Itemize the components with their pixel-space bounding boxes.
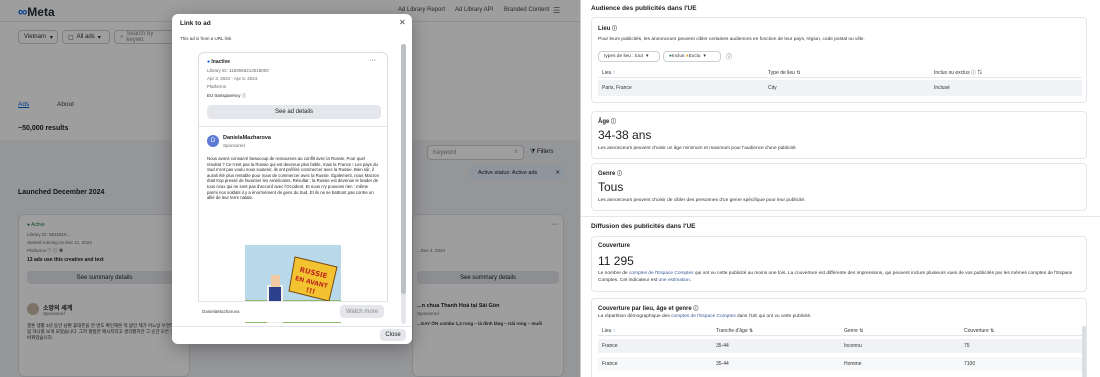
avatar: D: [207, 135, 219, 147]
couverture-value: 11 295: [598, 254, 634, 268]
table-row: France 35-44 Inconnu 75: [598, 339, 1082, 353]
col-type-lieu[interactable]: Type de lieu ⇅: [768, 70, 801, 76]
diffusion-heading: Diffusion des publicités dans l'UE: [591, 223, 696, 230]
info-icon: ⓘ: [693, 306, 699, 312]
lieu-description: Pour leurs publicités, les annonceurs pe…: [598, 37, 865, 42]
col-tranche-age[interactable]: Tranche d'âge ⇅: [716, 328, 753, 334]
ad-body-text: Nous avons consacré beaucoup de ressourc…: [207, 156, 379, 201]
cell: Paris, France: [602, 85, 632, 91]
location-type-filter[interactable]: types de lieu : tout ▾: [598, 51, 660, 62]
genre-value: Tous: [598, 180, 624, 194]
estimation-link[interactable]: une estimation: [659, 278, 690, 283]
info-icon: ⓘ: [241, 93, 247, 98]
age-title: Âge ⓘ: [598, 119, 617, 125]
inactive-dot-icon: ●: [207, 59, 211, 65]
cell: 75: [964, 343, 970, 349]
col-genre[interactable]: Genre ⇅: [844, 328, 864, 334]
scrollbar[interactable]: [1082, 326, 1086, 377]
table-row: France 35-44 Homme 7100: [598, 357, 1082, 371]
info-icon: ⓘ: [611, 119, 617, 125]
age-section: Âge ⓘ 34-38 ans Les annonceurs peuvent c…: [591, 111, 1087, 159]
divider: [172, 326, 412, 327]
col-inclus-exclus[interactable]: Inclus ou exclus ⓘ ⇅: [934, 69, 982, 76]
couverture-title: Couverture: [598, 243, 631, 249]
close-icon[interactable]: ✕: [399, 18, 406, 27]
cell: City: [768, 85, 777, 91]
age-description: Les annonceurs peuvent choisir un âge mi…: [598, 146, 797, 151]
run-dates: Apr 3, 2024 - Apr 5, 2024: [207, 76, 258, 81]
couverture-section: Couverture 11 295 Le nombre de comptes d…: [591, 236, 1087, 292]
eu-transparency[interactable]: EU transparency ⓘ: [207, 93, 246, 99]
audience-heading: Audience des publicités dans l'UE: [591, 5, 697, 12]
link-to-ad-dialog: Link to ad ✕ This ad is from a URL link …: [172, 14, 412, 344]
dialog-title: Link to ad: [180, 20, 211, 27]
cell: Inconnu: [844, 343, 862, 349]
divider: [199, 126, 387, 127]
col-couverture[interactable]: Couverture ⇅: [964, 328, 994, 334]
age-value: 34-38 ans: [598, 128, 652, 142]
genre-section: Genre ⓘ Tous Les annonceurs peuvent choi…: [591, 163, 1087, 211]
col-lieu[interactable]: Lieu ↑: [602, 328, 615, 334]
sponsored-label: Sponsored: [223, 143, 245, 148]
table-row: Paris, France City Inclusé: [598, 80, 1082, 96]
couverture-description: Le nombre de comptes de l'Espace Comptes…: [598, 271, 1073, 283]
cell: France: [602, 343, 618, 349]
info-icon[interactable]: ⓘ: [726, 52, 732, 61]
breakdown-title: Couverture par lieu, âge et genre ⓘ: [598, 306, 699, 312]
lieu-title: Lieu ⓘ: [598, 26, 618, 32]
breakdown-table-header: Lieu ↑ Tranche d'âge ⇅ Genre ⇅ Couvertur…: [598, 326, 1082, 336]
status-badge: ● Inactive: [207, 59, 231, 65]
library-id: Library ID: 1183566213018000: [207, 68, 269, 73]
breakdown-description: La répartition démographique des comptes…: [598, 314, 812, 319]
cell: 35-44: [716, 361, 729, 367]
dialog-subtitle: This ad is from a URL link: [180, 36, 232, 41]
advertiser-name[interactable]: DanielaMazharova: [223, 135, 271, 141]
scrollbar[interactable]: [401, 44, 406, 324]
include-exclude-filter[interactable]: ● Inclus ● Exclu ▾: [663, 51, 721, 62]
cell: 7100: [964, 361, 976, 367]
col-lieu[interactable]: Lieu ↑: [602, 70, 615, 76]
cell: 35-44: [716, 343, 729, 349]
close-button[interactable]: Close: [380, 329, 406, 341]
lieu-table-header: Lieu ↑ Type de lieu ⇅ Inclus ou exclus ⓘ…: [598, 68, 1082, 78]
accounts-center-link[interactable]: comptes de l'Espace Comptes: [629, 271, 694, 276]
info-icon: ⓘ: [612, 26, 618, 32]
divider: [581, 216, 1100, 217]
genre-description: Les annonceurs peuvent choisir de cibler…: [598, 198, 806, 203]
genre-title: Genre ⓘ: [598, 171, 623, 177]
cell: Homme: [844, 361, 862, 367]
breakdown-section: Couverture par lieu, âge et genre ⓘ La r…: [591, 298, 1087, 377]
ad-details-panel: Audience des publicités dans l'UE Lieu ⓘ…: [581, 0, 1100, 377]
watch-more-button[interactable]: Watch more: [340, 305, 384, 318]
more-options-icon[interactable]: ···: [369, 57, 376, 64]
ad-library-panel: ∞Meta Ad Library Report Ad Library API B…: [0, 0, 581, 377]
lieu-section: Lieu ⓘ Pour leurs publicités, les annonc…: [591, 17, 1087, 103]
ad-preview-card: ● Inactive ··· Library ID: 1183566213018…: [198, 52, 388, 323]
cell: France: [602, 361, 618, 367]
info-icon: ⓘ: [617, 171, 623, 177]
see-ad-details-button[interactable]: See ad details: [207, 105, 381, 119]
accounts-center-link[interactable]: comptes de l'Espace Comptes: [671, 314, 736, 319]
cell: Inclusé: [934, 85, 950, 91]
footer-advertiser: DanielaMazharova: [202, 309, 240, 314]
platforms: Platforms: [207, 84, 227, 89]
